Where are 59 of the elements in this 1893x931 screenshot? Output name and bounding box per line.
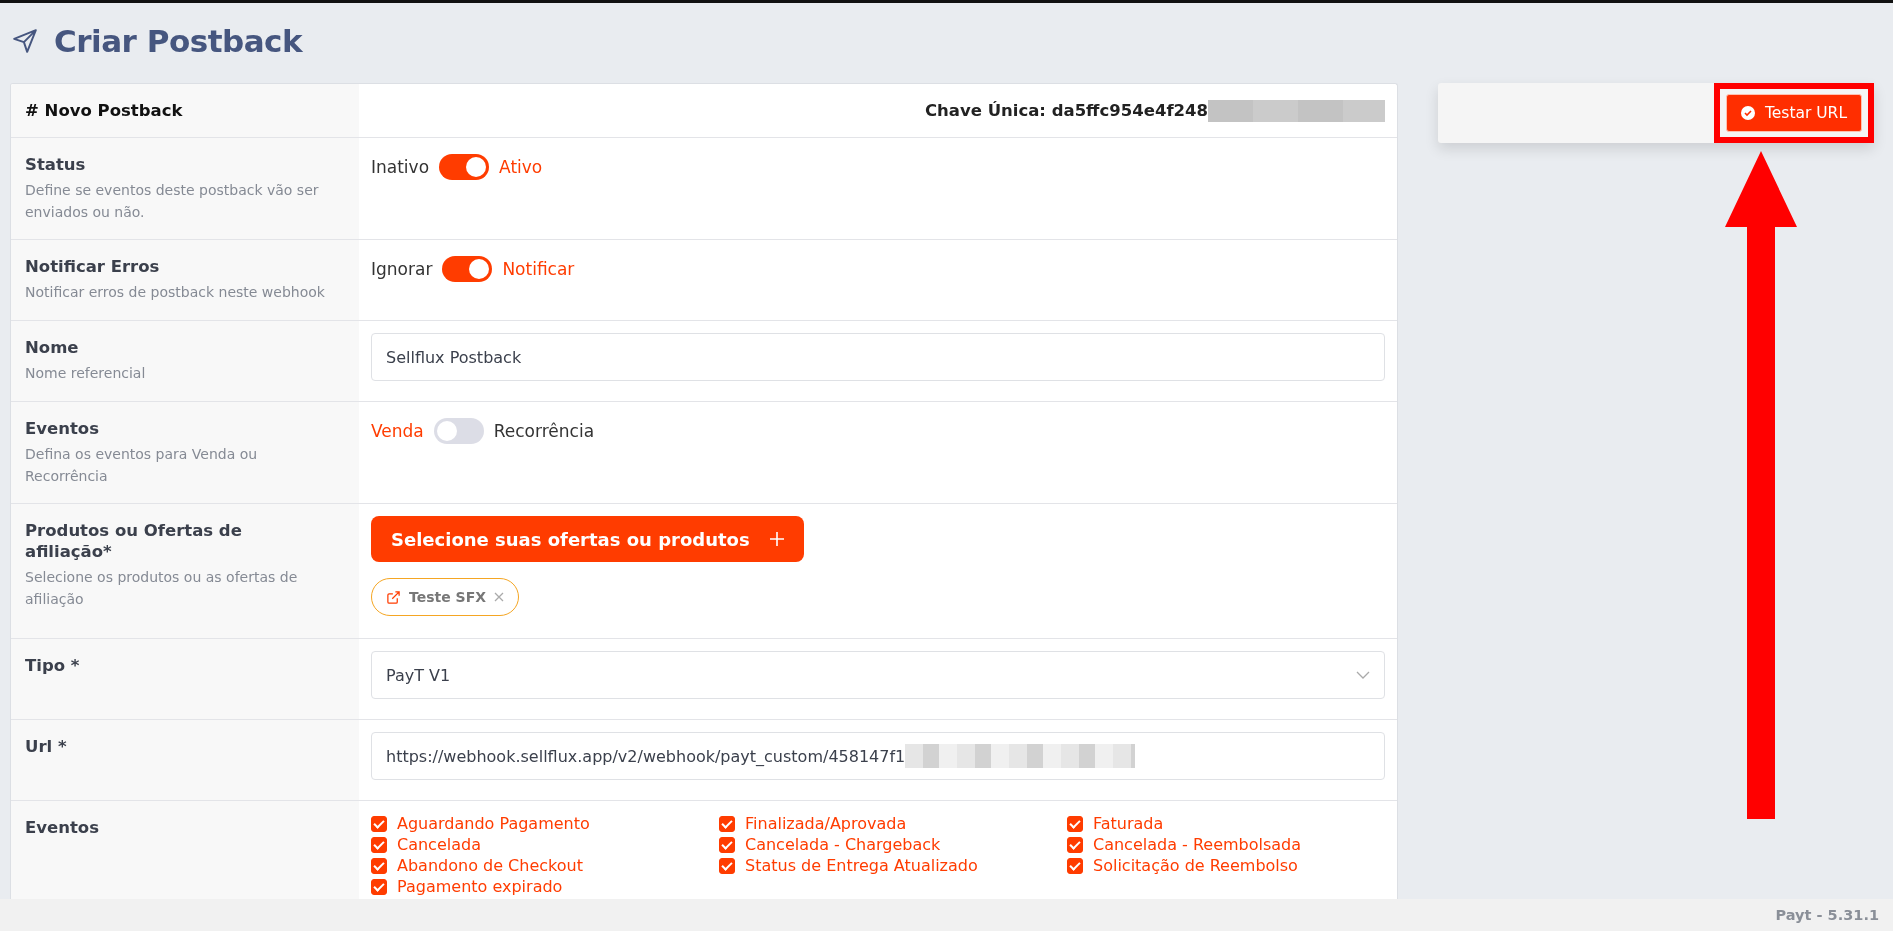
text-field[interactable]: https://webhook.sellflux.app/v2/webhook/payt_custom/458147f1 bbox=[371, 732, 1385, 780]
select-field[interactable]: PayT V1 bbox=[371, 651, 1385, 699]
checkbox-label: Cancelada - Reembolsada bbox=[1093, 834, 1302, 855]
toggle-label: Recorrência bbox=[493, 421, 595, 441]
field-label: Nome bbox=[25, 337, 80, 358]
field-description: Defina os eventos para Venda ou Recorrência bbox=[25, 445, 259, 486]
check-circle-icon bbox=[1740, 106, 1755, 120]
checkbox-label: Solicitação de Reembolso bbox=[1093, 855, 1298, 876]
checkbox-label: Pagamento expirado bbox=[397, 876, 563, 897]
field-value: Sellflux Postback bbox=[386, 347, 522, 367]
field-label: Eventos bbox=[25, 418, 100, 439]
toggle-switch[interactable] bbox=[439, 154, 490, 180]
external-link-icon bbox=[386, 589, 401, 605]
toggle-label: Ignorar bbox=[371, 259, 433, 279]
checkbox[interactable] bbox=[719, 857, 735, 874]
checkbox[interactable] bbox=[1067, 815, 1083, 832]
plus-icon bbox=[769, 532, 784, 546]
field-description: Notificar erros de postback neste webhook bbox=[25, 283, 326, 302]
checkbox[interactable] bbox=[1067, 857, 1083, 874]
text-field[interactable]: Sellflux Postback bbox=[371, 333, 1385, 381]
checkbox-label: Finalizada/Aprovada bbox=[745, 813, 907, 834]
card-title: # Novo Postback bbox=[25, 101, 183, 120]
checkbox-label: Cancelada bbox=[397, 834, 481, 855]
select-offers-button[interactable]: Selecione suas ofertas ou produtos bbox=[371, 516, 804, 562]
checkbox[interactable] bbox=[371, 878, 387, 895]
send-icon bbox=[12, 28, 38, 54]
checkbox[interactable] bbox=[371, 815, 387, 832]
field-label: Eventos bbox=[25, 817, 100, 838]
field-label: Url * bbox=[25, 736, 68, 757]
checkbox-label: Faturada bbox=[1093, 813, 1164, 834]
field-description: Nome referencial bbox=[25, 364, 147, 383]
field-label: Status bbox=[25, 154, 87, 175]
checkbox[interactable] bbox=[371, 836, 387, 853]
field-label: Produtos ou Ofertas de afiliação* bbox=[25, 520, 243, 562]
toggle-label: Ativo bbox=[499, 157, 543, 177]
version-label: Payt - 5.31.1 bbox=[1775, 907, 1879, 923]
toggle-switch[interactable] bbox=[433, 418, 484, 444]
checkbox-label: Aguardando Pagamento bbox=[397, 813, 590, 834]
field-description: Define se eventos deste postback vão ser enviados ou não. bbox=[25, 181, 320, 222]
toggle-label: Inativo bbox=[371, 157, 430, 177]
checkbox-label: Status de Entrega Atualizado bbox=[745, 855, 978, 876]
toggle-switch[interactable] bbox=[442, 256, 493, 282]
checkbox[interactable] bbox=[719, 836, 735, 853]
checkbox[interactable] bbox=[1067, 836, 1083, 853]
checkbox[interactable] bbox=[371, 857, 387, 874]
close-icon[interactable] bbox=[494, 592, 505, 602]
page-title: Criar Postback bbox=[54, 23, 303, 59]
toggle-label: Venda bbox=[371, 421, 424, 441]
field-label: Tipo * bbox=[25, 655, 81, 676]
test-url-button[interactable]: Testar URL bbox=[1726, 94, 1862, 132]
field-value: https://webhook.sellflux.app/v2/webhook/payt_custom/458147f1 bbox=[386, 746, 906, 766]
field-description: Selecione os produtos ou as ofertas de afiliação bbox=[25, 568, 299, 609]
checkbox[interactable] bbox=[719, 815, 735, 832]
toggle-label: Notificar bbox=[502, 259, 575, 279]
unique-key: Chave Única: da5ffc954e4f248 bbox=[924, 101, 1208, 120]
checkbox-label: Cancelada - Chargeback bbox=[745, 834, 941, 855]
chevron-down-icon bbox=[1356, 671, 1370, 679]
field-label: Notificar Erros bbox=[25, 256, 161, 277]
checkbox-label: Abandono de Checkout bbox=[397, 855, 583, 876]
